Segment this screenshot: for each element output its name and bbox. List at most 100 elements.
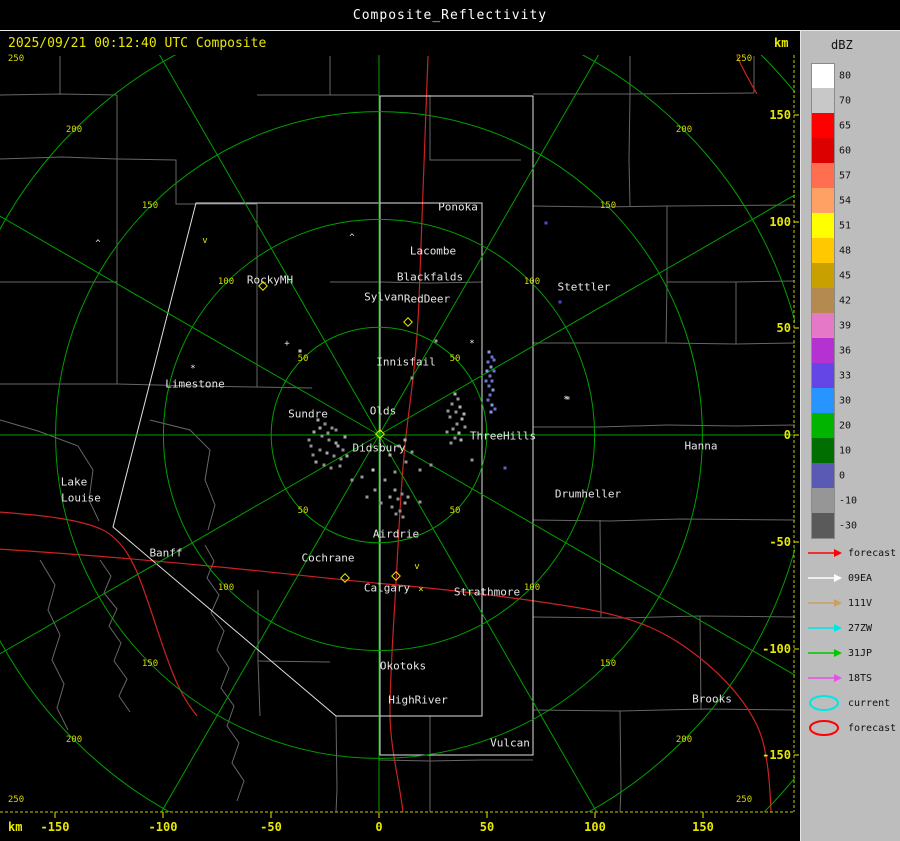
range-ring-label: 200 bbox=[65, 735, 83, 745]
city-label: Stettler bbox=[557, 280, 611, 294]
city-label: Calgary bbox=[363, 581, 411, 595]
dbz-scale-row: 51 bbox=[811, 213, 899, 238]
dbz-swatch bbox=[811, 288, 835, 313]
range-ring-label: 250 bbox=[735, 795, 753, 805]
city-label: Olds bbox=[369, 404, 397, 418]
bottom-axis-label: -50 bbox=[260, 820, 282, 834]
radar-site-diamond-icon bbox=[391, 571, 401, 581]
dbz-swatch bbox=[811, 313, 835, 338]
range-ring-label: 250 bbox=[7, 795, 25, 805]
city-label: Lacombe bbox=[409, 244, 457, 258]
dbz-scale-value: 54 bbox=[839, 195, 852, 206]
right-axis-label: 50 bbox=[776, 321, 791, 335]
city-label: Brooks bbox=[692, 692, 732, 706]
radar-coverage-boxes bbox=[112, 95, 534, 756]
dbz-scale-row: 10 bbox=[811, 438, 899, 463]
legend-arrow-label: 09EA bbox=[848, 572, 873, 584]
legend-ellipse-label: current bbox=[848, 697, 891, 709]
dbz-scale-value: -10 bbox=[839, 495, 858, 506]
dbz-swatch bbox=[811, 338, 835, 363]
station-marker-icon: ^ bbox=[95, 239, 101, 249]
legend-arrow-label: forecast bbox=[848, 547, 897, 559]
legend-arrow-icon bbox=[808, 599, 842, 607]
city-label: HighRiver bbox=[388, 693, 448, 707]
dbz-scale-value: 36 bbox=[839, 345, 852, 356]
scale-unit-label: dBZ bbox=[831, 38, 853, 52]
right-axis-label: 150 bbox=[769, 108, 791, 122]
dbz-swatch bbox=[811, 463, 835, 488]
dbz-swatch bbox=[811, 488, 835, 513]
city-label: Okotoks bbox=[379, 659, 427, 673]
window-title-bar[interactable]: Composite_Reflectivity bbox=[0, 0, 900, 31]
dbz-scale-row: 80 bbox=[811, 63, 899, 89]
range-ring-label: 250 bbox=[735, 54, 753, 64]
dbz-scale-row: -30 bbox=[811, 513, 899, 539]
dbz-swatch bbox=[811, 263, 835, 288]
city-label: Sundre bbox=[288, 407, 328, 421]
range-ring-label: 50 bbox=[297, 354, 309, 364]
polar-grid-layer bbox=[0, 55, 795, 812]
dbz-scale-row: 65 bbox=[811, 113, 899, 138]
dbz-swatch bbox=[811, 63, 835, 89]
right-axis-label: 100 bbox=[769, 215, 791, 229]
dbz-scale-value: 39 bbox=[839, 320, 852, 331]
city-label: Innisfail bbox=[376, 355, 436, 369]
city-label: Didsbury bbox=[352, 441, 406, 455]
city-label: Ponoka bbox=[438, 200, 478, 214]
city-label: Limestone bbox=[165, 377, 225, 391]
dbz-scale-value: 80 bbox=[839, 70, 852, 81]
range-ring-label: 100 bbox=[523, 583, 541, 593]
city-label: Hanna bbox=[684, 439, 718, 453]
city-label: RedDeer bbox=[403, 292, 451, 306]
window-title: Composite_Reflectivity bbox=[352, 7, 548, 23]
dbz-scale-row: 30 bbox=[811, 388, 899, 413]
axis-ticks bbox=[54, 114, 799, 818]
timestamp-label: 2025/09/21 00:12:40 UTC Composite bbox=[8, 36, 267, 51]
municipal-boundaries-layer bbox=[0, 56, 795, 812]
city-label: Cochrane bbox=[301, 551, 355, 565]
station-marker-icon: * bbox=[190, 364, 196, 374]
legend-arrow-icon bbox=[808, 674, 842, 682]
right-axis-unit-label: km bbox=[774, 36, 789, 50]
dbz-scale-value: 10 bbox=[839, 445, 852, 456]
bottom-axis-label: 0 bbox=[375, 820, 383, 834]
range-ring-label: 200 bbox=[675, 735, 693, 745]
bottom-axis-label: 50 bbox=[479, 820, 495, 834]
legend-arrow-row: 111V bbox=[807, 593, 872, 613]
dbz-scale-value: 48 bbox=[839, 245, 852, 256]
range-ring-label: 100 bbox=[217, 583, 235, 593]
range-ring-label: 150 bbox=[141, 201, 159, 211]
range-ring-label: 150 bbox=[599, 659, 617, 669]
yellow-marker-icon: v bbox=[414, 562, 420, 572]
dbz-scale-value: 51 bbox=[839, 220, 852, 231]
legend-arrow-icon bbox=[808, 624, 842, 632]
city-label: Sylvan bbox=[364, 290, 404, 304]
yellow-marker-icon: v bbox=[202, 236, 208, 246]
dbz-scale-row: 48 bbox=[811, 238, 899, 263]
legend-arrow-icon bbox=[808, 549, 842, 557]
dbz-scale-row: 33 bbox=[811, 363, 899, 388]
right-axis-label: -50 bbox=[769, 535, 791, 549]
dbz-scale-row: 0 bbox=[811, 463, 899, 488]
dbz-scale-row: 60 bbox=[811, 138, 899, 163]
range-ring-label: 50 bbox=[449, 506, 461, 516]
colour-scale-sidebar: dBZ 80 70 65 60 57 54 51 48 45 42 39 36 33 30 20 10 0 -10… bbox=[800, 30, 900, 841]
dbz-swatch bbox=[811, 113, 835, 138]
station-marker-icon: ^ bbox=[349, 233, 355, 243]
range-ring-label: 200 bbox=[675, 125, 693, 135]
dbz-scale-value: 30 bbox=[839, 395, 852, 406]
right-axis-label: -150 bbox=[762, 748, 791, 762]
dbz-scale-value: 65 bbox=[839, 120, 852, 131]
dbz-scale-row: 57 bbox=[811, 163, 899, 188]
legend-arrow-label: 27ZW bbox=[848, 622, 873, 634]
legend-ellipse-icon bbox=[809, 720, 839, 736]
dbz-swatch bbox=[811, 238, 835, 263]
station-marker-icon: + bbox=[284, 339, 290, 349]
legend-arrow-row: 27ZW bbox=[807, 618, 872, 638]
axis-lines bbox=[0, 55, 795, 813]
dbz-scale-row: 54 bbox=[811, 188, 899, 213]
dbz-swatch bbox=[811, 88, 835, 113]
bottom-axis-label: -150 bbox=[40, 820, 70, 834]
city-label: Vulcan bbox=[490, 736, 530, 750]
dbz-scale-row: 39 bbox=[811, 313, 899, 338]
